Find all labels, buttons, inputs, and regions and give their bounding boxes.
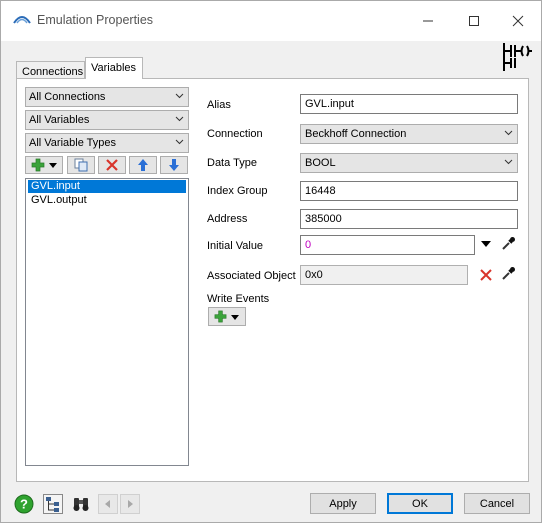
initial-value-field[interactable]: 0 xyxy=(300,235,475,255)
index-group-field[interactable]: 16448 xyxy=(300,181,518,201)
maximize-button[interactable] xyxy=(451,1,497,41)
chevron-down-icon xyxy=(175,139,184,145)
close-button[interactable] xyxy=(495,1,541,41)
tab-variables-label: Variables xyxy=(91,62,137,74)
variable-types-filter-dropdown[interactable]: All Variable Types xyxy=(25,133,189,153)
write-events-label: Write Events xyxy=(207,293,270,305)
close-icon xyxy=(512,15,524,27)
caret-down-icon xyxy=(48,163,57,168)
svg-text:?: ? xyxy=(20,497,28,512)
binoculars-icon[interactable] xyxy=(71,494,91,514)
associated-object-value: 0x0 xyxy=(305,269,323,281)
clear-x-icon[interactable] xyxy=(479,268,493,282)
connection-label: Connection xyxy=(207,128,263,140)
copy-icon xyxy=(74,158,88,172)
plus-icon xyxy=(31,158,44,172)
window-title: Emulation Properties xyxy=(37,13,154,27)
data-type-label: Data Type xyxy=(207,157,257,169)
title-bar: Emulation Properties xyxy=(1,1,541,41)
address-value: 385000 xyxy=(305,213,342,225)
connection-value: Beckhoff Connection xyxy=(305,128,407,140)
apply-button[interactable]: Apply xyxy=(310,493,376,514)
previous-button[interactable] xyxy=(98,494,118,514)
chevron-down-icon xyxy=(504,130,513,136)
variable-types-filter-value: All Variable Types xyxy=(29,137,117,149)
add-variable-button[interactable] xyxy=(25,156,63,174)
address-label: Address xyxy=(207,213,248,225)
index-group-value: 16448 xyxy=(305,185,336,197)
move-down-button[interactable] xyxy=(160,156,188,174)
arrow-right-icon xyxy=(128,500,133,508)
help-icon[interactable]: ? xyxy=(14,494,34,514)
connections-filter-value: All Connections xyxy=(29,91,106,103)
move-up-button[interactable] xyxy=(129,156,157,174)
chevron-down-icon xyxy=(175,116,184,122)
list-item[interactable]: GVL.input xyxy=(28,180,186,193)
arrow-down-icon xyxy=(169,159,179,171)
caret-down-icon xyxy=(231,314,239,320)
cancel-button[interactable]: Cancel xyxy=(464,493,530,514)
delete-x-icon xyxy=(106,159,118,171)
tree-view-icon[interactable] xyxy=(43,494,63,514)
data-type-dropdown[interactable]: BOOL xyxy=(300,153,518,173)
data-type-value: BOOL xyxy=(305,157,336,169)
variables-panel: All Connections All Variables All Variab… xyxy=(16,78,529,482)
arrow-up-icon xyxy=(138,159,148,171)
index-group-label: Index Group xyxy=(207,185,268,197)
add-write-event-button[interactable] xyxy=(208,307,246,326)
app-icon xyxy=(13,16,31,24)
variable-list[interactable]: GVL.input GVL.output xyxy=(25,178,189,466)
tab-connections-label: Connections xyxy=(22,66,84,78)
chevron-down-icon xyxy=(504,159,513,165)
ok-button[interactable]: OK xyxy=(387,493,453,514)
variables-toolbar xyxy=(25,156,189,176)
duplicate-variable-button[interactable] xyxy=(67,156,95,174)
maximize-icon xyxy=(469,16,479,26)
next-button[interactable] xyxy=(120,494,140,514)
address-field[interactable]: 385000 xyxy=(300,209,518,229)
associated-object-label: Associated Object xyxy=(207,270,296,282)
connections-filter-dropdown[interactable]: All Connections xyxy=(25,87,189,107)
minimize-button[interactable] xyxy=(405,1,451,41)
delete-variable-button[interactable] xyxy=(98,156,126,174)
caret-down-icon[interactable] xyxy=(481,239,491,249)
tab-connections[interactable]: Connections xyxy=(16,61,85,79)
variables-filter-dropdown[interactable]: All Variables xyxy=(25,110,189,130)
chevron-down-icon xyxy=(175,93,184,99)
eyedropper-icon[interactable] xyxy=(500,236,516,252)
emulation-properties-window: Emulation Properties Connections Variabl… xyxy=(0,0,542,523)
initial-value-value: 0 xyxy=(305,239,312,251)
eyedropper-icon[interactable] xyxy=(500,266,516,282)
variables-filter-value: All Variables xyxy=(29,114,90,126)
minimize-icon xyxy=(423,20,433,22)
list-item[interactable]: GVL.output xyxy=(28,194,186,207)
arrow-left-icon xyxy=(105,500,110,508)
alias-label: Alias xyxy=(207,99,231,111)
ladder-logic-icon xyxy=(503,43,532,71)
alias-value: GVL.input xyxy=(305,98,354,110)
initial-value-label: Initial Value xyxy=(207,240,264,252)
alias-field[interactable]: GVL.input xyxy=(300,94,518,114)
associated-object-field: 0x0 xyxy=(300,265,468,285)
connection-dropdown[interactable]: Beckhoff Connection xyxy=(300,124,518,144)
tab-variables[interactable]: Variables xyxy=(85,57,143,79)
plus-icon xyxy=(214,310,227,323)
